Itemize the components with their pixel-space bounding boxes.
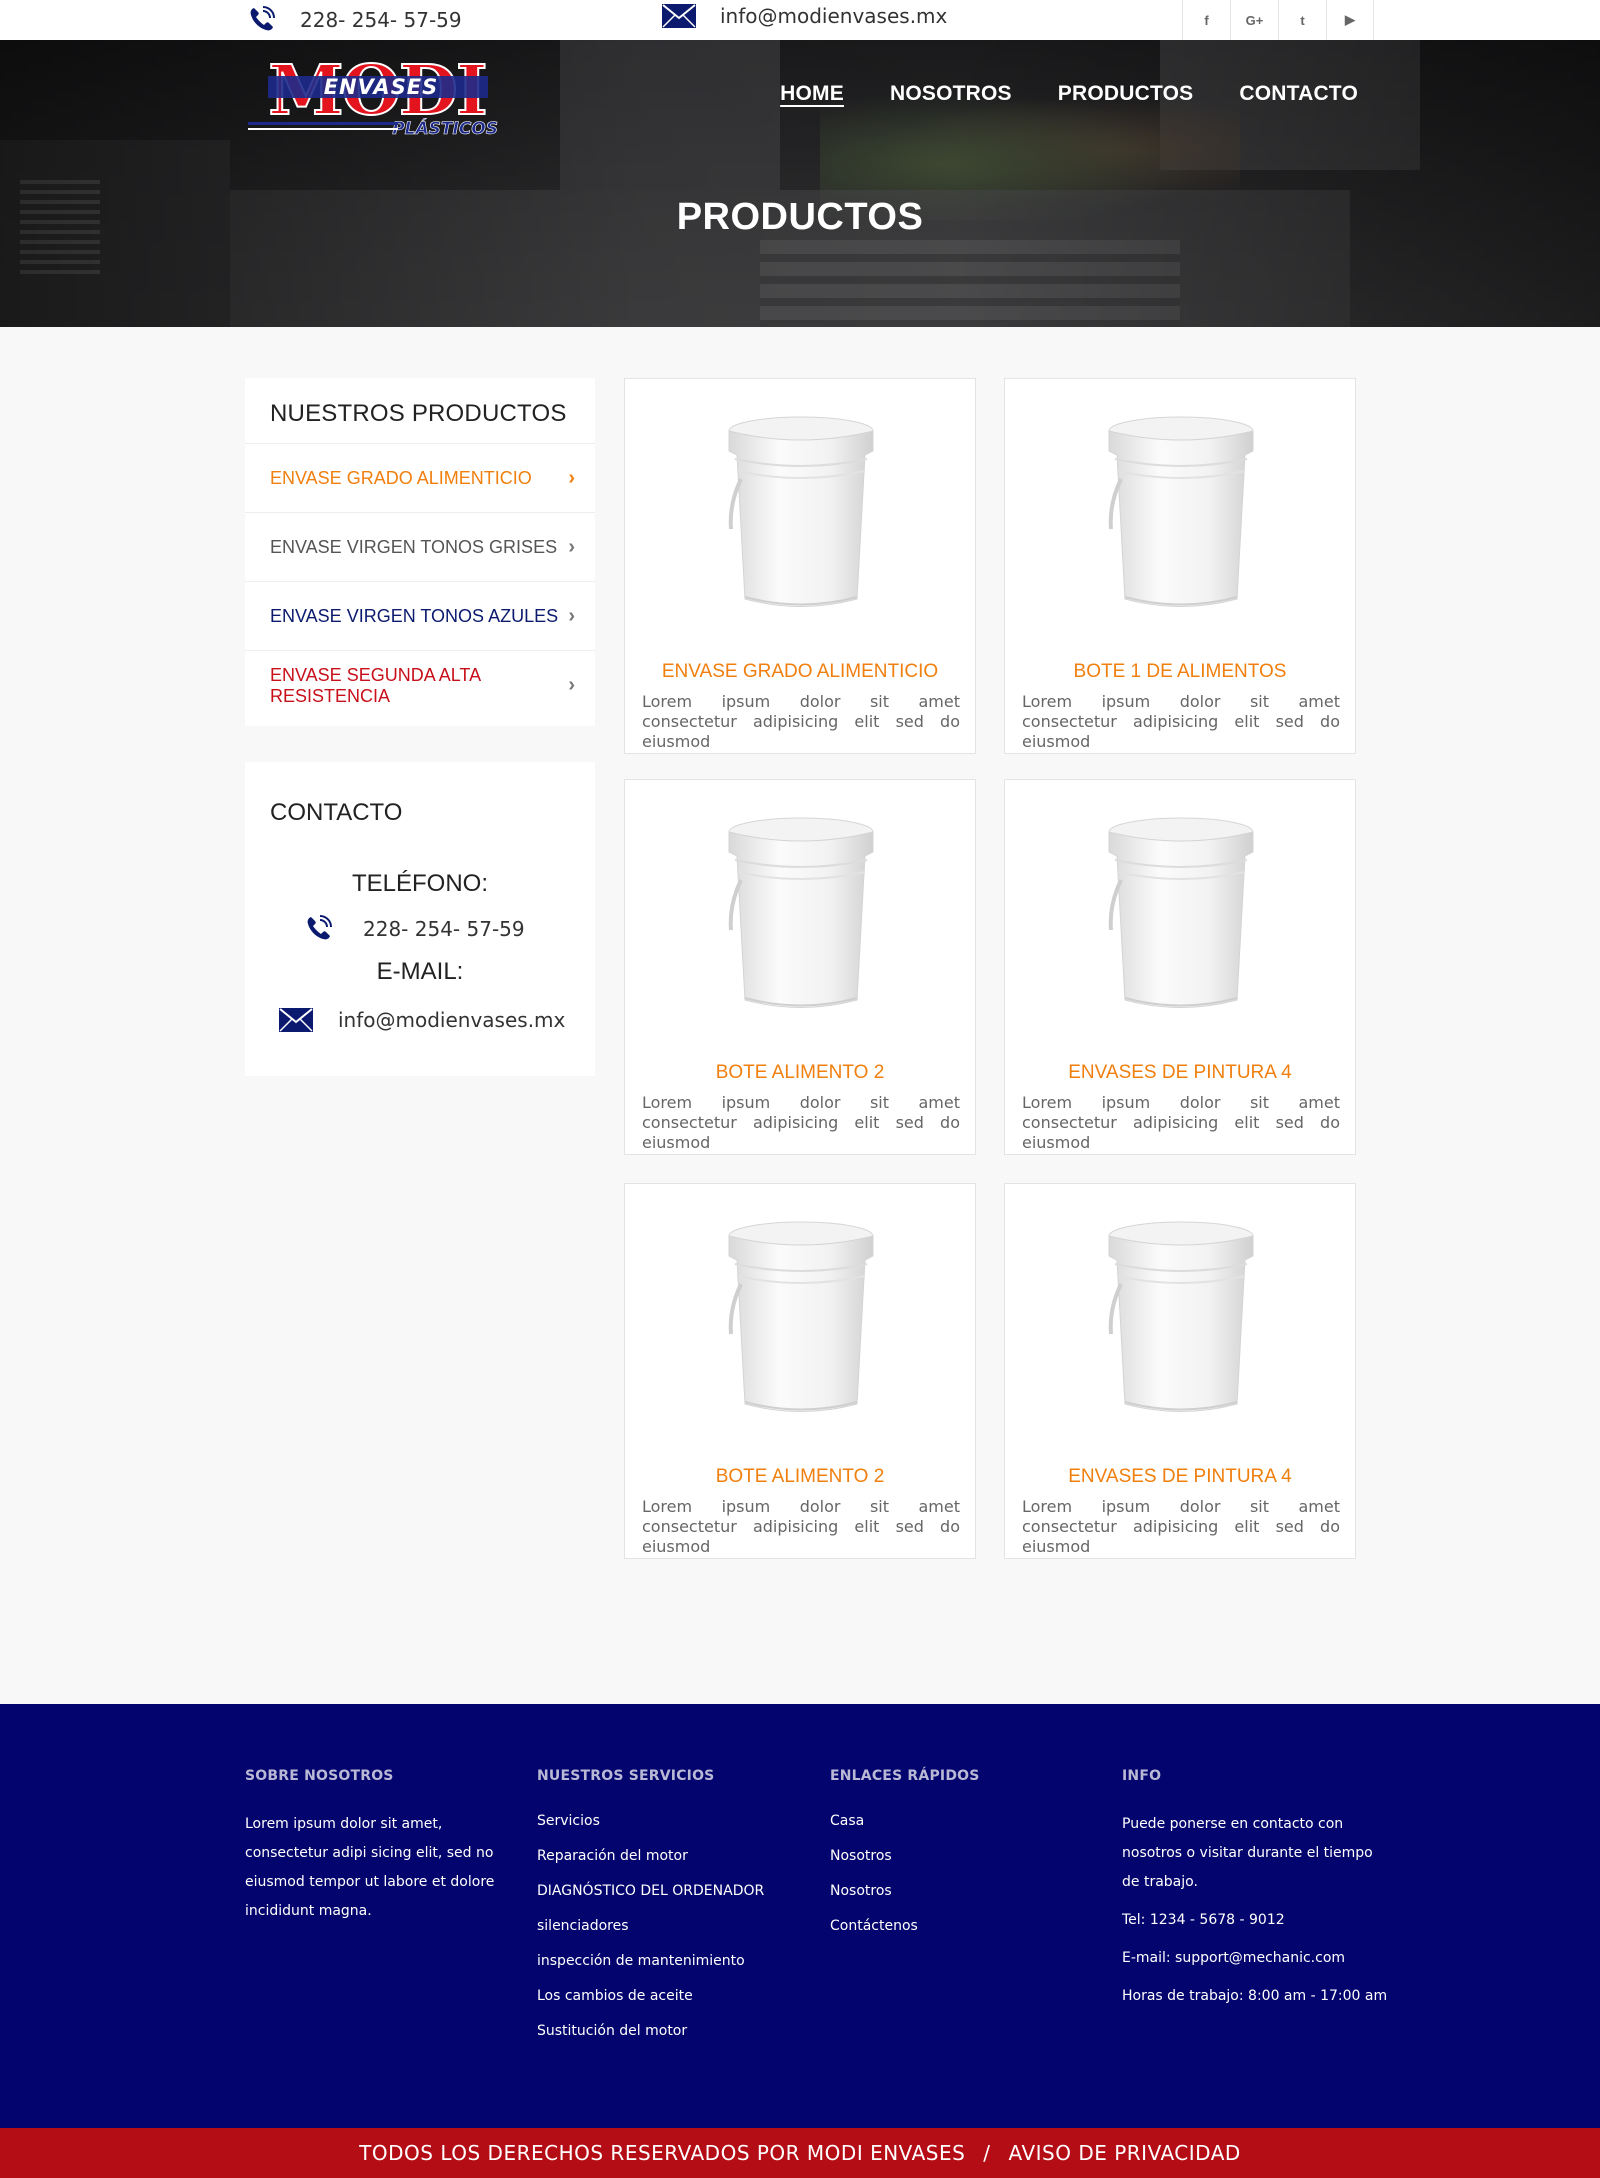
topbar-phone-text: 228- 254- 57-59 — [300, 8, 462, 32]
copyright-bar: TODOS LOS DERECHOS RESERVADOS POR MODI E… — [0, 2128, 1600, 2178]
privacy-link[interactable]: AVISO DE PRIVACIDAD — [1009, 2141, 1241, 2165]
footer-info-email[interactable]: E-mail: support@mechanic.com — [1122, 1944, 1392, 1973]
site-footer: SOBRE NOSOTROS Lorem ipsum dolor sit ame… — [0, 1704, 1600, 2128]
phone-icon — [307, 915, 332, 940]
product-card[interactable]: ENVASE GRADO ALIMENTICIO Lorem ipsum dolo… — [624, 378, 976, 754]
product-title[interactable]: BOTE ALIMENTO 2 — [625, 1062, 975, 1084]
products-sidebar: NUESTROS PRODUCTOS ENVASE GRADO ALIMENTI… — [245, 378, 595, 726]
footer-service-link[interactable]: silenciadores — [537, 1909, 797, 1944]
youtube-icon[interactable]: ▶ — [1326, 0, 1374, 40]
chevron-right-icon: › — [568, 466, 575, 489]
footer-service-link[interactable]: Reparación del motor — [537, 1839, 797, 1874]
product-description: Lorem ipsum dolor sit amet consectetur a… — [642, 692, 960, 751]
topbar-email[interactable]: info@modienvases.mx — [662, 4, 947, 28]
footer-service-link[interactable]: inspección de mantenimiento — [537, 1944, 797, 1979]
contact-phone[interactable]: 228- 254- 57-59 — [303, 914, 525, 944]
footer-quick-link[interactable]: Contáctenos — [830, 1909, 1090, 1944]
sidebar-item-label: ENVASE SEGUNDA ALTA RESISTENCIA — [270, 664, 481, 706]
envelope-icon — [662, 4, 696, 28]
product-title[interactable]: ENVASE GRADO ALIMENTICIO — [625, 661, 975, 683]
copyright-text: TODOS LOS DERECHOS RESERVADOS POR MODI E… — [359, 2141, 966, 2165]
footer-service-link[interactable]: Sustitución del motor — [537, 2014, 797, 2049]
product-description: Lorem ipsum dolor sit amet consectetur a… — [642, 1093, 960, 1152]
footer-about: SOBRE NOSOTROS Lorem ipsum dolor sit ame… — [245, 1768, 505, 1926]
google-plus-icon[interactable]: G+ — [1230, 0, 1278, 40]
product-card[interactable]: BOTE ALIMENTO 2 Lorem ipsum dolor sit ame… — [624, 1183, 976, 1559]
bucket-image[interactable] — [721, 810, 881, 1020]
nav-contacto[interactable]: CONTACTO — [1239, 82, 1358, 106]
top-bar: 228- 254- 57-59 info@modienvases.mx f G+… — [0, 0, 1600, 40]
chevron-right-icon: › — [568, 674, 575, 696]
topbar-email-text: info@modienvases.mx — [720, 4, 948, 28]
footer-quick-link[interactable]: Nosotros — [830, 1874, 1090, 1909]
modi-envases-logo[interactable]: MODI ENVASES PLÁSTICOS — [246, 52, 508, 138]
footer-services: NUESTROS SERVICIOS Servicios Reparación … — [537, 1768, 797, 2049]
sidebar-item-label: ENVASE VIRGEN TONOS GRISES — [270, 536, 558, 557]
product-description: Lorem ipsum dolor sit amet consectetur a… — [1022, 1093, 1340, 1152]
envelope-icon — [279, 1008, 313, 1032]
footer-links-title: ENLACES RÁPIDOS — [830, 1768, 980, 1784]
product-title[interactable]: ENVASES DE PINTURA 4 — [1005, 1062, 1355, 1084]
product-title[interactable]: ENVASES DE PINTURA 4 — [1005, 1466, 1355, 1488]
footer-quick-link[interactable]: Nosotros — [830, 1839, 1090, 1874]
bucket-image[interactable] — [1101, 409, 1261, 619]
nav-nosotros[interactable]: NOSOTROS — [890, 82, 1012, 106]
topbar-phone[interactable]: 228- 254- 57-59 — [246, 5, 462, 35]
bucket-image[interactable] — [1101, 810, 1261, 1020]
logo-sub2-text: PLÁSTICOS — [392, 117, 498, 138]
facebook-icon[interactable]: f — [1182, 0, 1230, 40]
sidebar-contact-title: CONTACTO — [270, 799, 403, 826]
product-card[interactable]: ENVASES DE PINTURA 4 Lorem ipsum dolor si… — [1004, 779, 1356, 1155]
chevron-right-icon: › — [568, 604, 575, 627]
footer-info: INFO Puede ponerse en contacto con nosot… — [1122, 1768, 1392, 2020]
sidebar-item-tonos-azules[interactable]: ENVASE VIRGEN TONOS AZULES › — [245, 582, 595, 651]
footer-service-link[interactable]: Servicios — [537, 1804, 797, 1839]
footer-services-title: NUESTROS SERVICIOS — [537, 1768, 715, 1784]
footer-info-tel: Tel: 1234 - 5678 - 9012 — [1122, 1912, 1285, 1928]
copyright-separator: / — [983, 2141, 991, 2165]
email-label: E-MAIL: — [376, 958, 464, 985]
product-card[interactable]: BOTE 1 DE ALIMENTOS Lorem ipsum dolor sit… — [1004, 378, 1356, 754]
product-title[interactable]: BOTE ALIMENTO 2 — [625, 1466, 975, 1488]
bucket-image[interactable] — [1101, 1214, 1261, 1424]
sidebar-products-title: NUESTROS PRODUCTOS — [245, 378, 595, 444]
contact-sidebar: CONTACTO TELÉFONO: 228- 254- 57-59 E-MAI… — [245, 762, 595, 1076]
product-card[interactable]: ENVASES DE PINTURA 4 Lorem ipsum dolor si… — [1004, 1183, 1356, 1559]
nav-productos[interactable]: PRODUCTOS — [1058, 82, 1194, 106]
contact-email-text: info@modienvases.mx — [338, 1008, 566, 1032]
sidebar-item-tonos-grises[interactable]: ENVASE VIRGEN TONOS GRISES › — [245, 513, 595, 582]
footer-quick-links: ENLACES RÁPIDOS Casa Nosotros Nosotros C… — [830, 1768, 1090, 1944]
bucket-image[interactable] — [721, 1214, 881, 1424]
sidebar-item-grado-alimenticio[interactable]: ENVASE GRADO ALIMENTICIO › — [245, 444, 595, 513]
product-description: Lorem ipsum dolor sit amet consectetur a… — [1022, 692, 1340, 751]
phone-icon — [250, 6, 275, 31]
product-description: Lorem ipsum dolor sit amet consectetur a… — [642, 1497, 960, 1556]
main-nav: HOME NOSOTROS PRODUCTOS CONTACTO — [780, 82, 1358, 106]
contact-phone-text: 228- 254- 57-59 — [363, 917, 525, 941]
footer-about-text: Lorem ipsum dolor sit amet, consectetur … — [245, 1816, 495, 1919]
bucket-image[interactable] — [721, 409, 881, 619]
nav-home[interactable]: HOME — [780, 82, 844, 106]
chevron-right-icon: › — [568, 535, 575, 558]
footer-quick-link[interactable]: Casa — [830, 1804, 1090, 1839]
logo-sub1-text: ENVASES — [324, 75, 439, 99]
social-links: f G+ t ▶ — [1182, 0, 1374, 40]
sidebar-item-label: ENVASE VIRGEN TONOS AZULES — [270, 605, 559, 626]
footer-service-link[interactable]: Los cambios de aceite — [537, 1979, 797, 2014]
sidebar-item-alta-resistencia[interactable]: ENVASE SEGUNDA ALTA RESISTENCIA › — [245, 651, 595, 720]
sidebar-item-label: ENVASE GRADO ALIMENTICIO — [270, 467, 532, 488]
product-card[interactable]: BOTE ALIMENTO 2 Lorem ipsum dolor sit ame… — [624, 779, 976, 1155]
footer-service-link[interactable]: DIAGNÓSTICO DEL ORDENADOR — [537, 1874, 797, 1909]
product-title[interactable]: BOTE 1 DE ALIMENTOS — [1005, 661, 1355, 683]
contact-email[interactable]: info@modienvases.mx — [279, 1008, 565, 1032]
twitter-icon[interactable]: t — [1278, 0, 1326, 40]
page-title: PRODUCTOS — [676, 196, 924, 238]
phone-label: TELÉFONO: — [351, 870, 489, 897]
product-description: Lorem ipsum dolor sit amet consectetur a… — [1022, 1497, 1340, 1556]
footer-info-hours: Horas de trabajo: 8:00 am - 17:00 am — [1122, 1988, 1388, 2004]
footer-about-title: SOBRE NOSOTROS — [245, 1768, 394, 1784]
footer-info-title: INFO — [1122, 1768, 1162, 1784]
footer-info-text: Puede ponerse en contacto con nosotros o… — [1122, 1816, 1373, 1890]
